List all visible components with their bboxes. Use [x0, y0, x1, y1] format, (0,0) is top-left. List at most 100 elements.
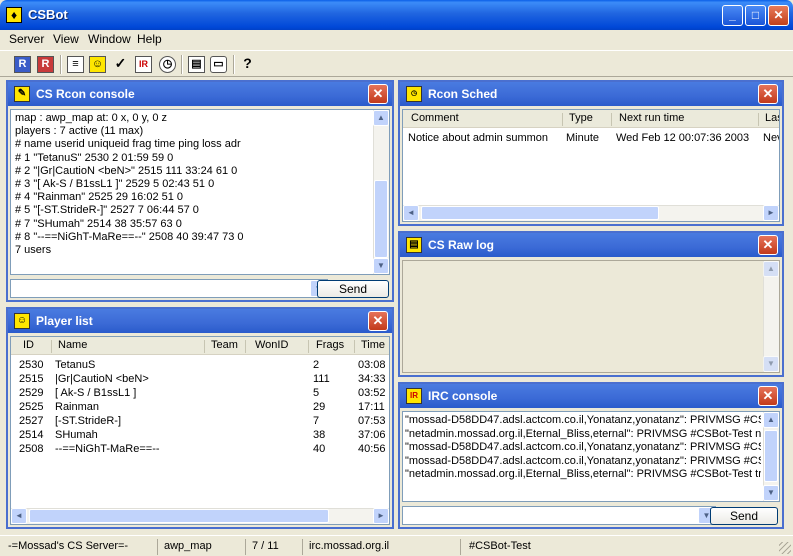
rcon-lines: map : awp_map at: 0 x, 0 y, 0 z players …: [15, 112, 371, 257]
player-list-close-button[interactable]: ✕: [368, 311, 388, 331]
timer-icon[interactable]: ◷: [157, 54, 178, 75]
col-comment[interactable]: Comment: [411, 112, 459, 124]
scroll-thumb[interactable]: [374, 180, 388, 258]
rcon-console-title: CS Rcon console: [36, 87, 135, 101]
rcon-sched-titlebar[interactable]: ◷ Rcon Sched ✕: [400, 82, 782, 106]
rcon-send-button[interactable]: Send: [317, 280, 389, 298]
menu-help[interactable]: Help: [137, 32, 162, 46]
player-time: 03:08: [358, 359, 386, 371]
irc-output[interactable]: "mossad-D58DD47.adsl.actcom.co.il,Yonata…: [402, 411, 780, 502]
scroll-up-icon[interactable]: ▲: [763, 261, 779, 277]
player-frags: 7: [313, 415, 320, 427]
scroll-right-icon[interactable]: ►: [373, 508, 389, 524]
irc-message-input[interactable]: [402, 506, 716, 525]
raw-log-vscroll[interactable]: ▲ ▼: [763, 261, 779, 372]
resize-grip-icon[interactable]: [779, 542, 791, 554]
player-name: Rainman: [55, 401, 100, 413]
player-name: [-ST.StrideR-]: [55, 415, 122, 427]
rcon-sched-close-button[interactable]: ✕: [758, 84, 778, 104]
col-last[interactable]: Las: [765, 112, 779, 124]
irc-close-button[interactable]: ✕: [758, 386, 778, 406]
irc-console-titlebar[interactable]: IR IRC console ✕: [400, 384, 782, 408]
rcon-command-input[interactable]: [10, 279, 328, 298]
rcon-line: # 2 "|Gr|CautioN <beN>" 2515 111 33:24 6…: [15, 164, 238, 177]
irc-line: "mossad-D58DD47.adsl.actcom.co.il,Yonata…: [405, 414, 761, 426]
irc-lines: "mossad-D58DD47.adsl.actcom.co.il,Yonata…: [405, 414, 761, 482]
col-name[interactable]: Name: [58, 339, 87, 351]
notes-icon[interactable]: ≡: [65, 54, 86, 75]
rcon-line: # 5 "[-ST.StrideR-]" 2527 7 06:44 57 0: [15, 204, 199, 217]
col-type[interactable]: Type: [569, 112, 593, 124]
rcon-line: map : awp_map at: 0 x, 0 y, 0 z: [15, 112, 168, 124]
player-id: 2527: [19, 415, 44, 427]
irc-line: "mossad-D58DD47.adsl.actcom.co.il,Yonata…: [405, 441, 761, 453]
col-id[interactable]: ID: [23, 339, 34, 351]
irc-vscroll[interactable]: ▲ ▼: [763, 412, 779, 501]
column-divider: [204, 340, 205, 353]
scroll-right-icon[interactable]: ►: [763, 205, 779, 221]
player-time: 17:11: [358, 401, 385, 413]
col-wonid[interactable]: WonID: [255, 339, 288, 351]
connect-icon[interactable]: R: [12, 54, 33, 75]
col-team[interactable]: Team: [211, 339, 238, 351]
player-name: TetanuS: [55, 359, 96, 371]
raw-log-output[interactable]: ▲ ▼: [402, 260, 780, 373]
log-icon: ▤: [406, 237, 422, 253]
menu-view[interactable]: View: [53, 32, 79, 46]
minimize-button[interactable]: _: [722, 5, 743, 26]
irc-icon: IR: [406, 388, 422, 404]
rcon-line: # name userid uniqueid frag time ping lo…: [15, 138, 241, 151]
clock-icon: ◷: [406, 86, 422, 102]
check-icon[interactable]: ✓: [110, 54, 131, 75]
raw-log-titlebar[interactable]: ▤ CS Raw log ✕: [400, 233, 782, 257]
scroll-down-icon[interactable]: ▼: [373, 258, 389, 274]
scroll-down-icon[interactable]: ▼: [763, 485, 779, 501]
player-table[interactable]: ID Name Team WonID Frags Time 2530 Tetanu…: [10, 336, 390, 525]
column-divider: [562, 113, 563, 126]
close-button[interactable]: ✕: [768, 5, 789, 26]
irc-send-button[interactable]: Send: [710, 507, 778, 525]
database-icon[interactable]: ▭: [208, 54, 229, 75]
rcon-close-button[interactable]: ✕: [368, 84, 388, 104]
player-frags: 29: [313, 401, 326, 413]
title-bar: ♦ CSBot _ □ ✕: [0, 0, 793, 30]
scroll-thumb[interactable]: [29, 509, 329, 523]
player-frags: 5: [313, 387, 320, 399]
column-divider: [51, 340, 52, 353]
rcon-output[interactable]: map : awp_map at: 0 x, 0 y, 0 z players …: [10, 109, 390, 275]
col-time[interactable]: Time: [361, 339, 385, 351]
scroll-thumb[interactable]: [421, 206, 659, 220]
irc-line: "netadmin.mossad.org.il,Eternal_Bliss,et…: [405, 468, 761, 480]
player-icon[interactable]: ☺: [87, 54, 108, 75]
raw-log-close-button[interactable]: ✕: [758, 235, 778, 255]
player-id: 2515: [19, 373, 44, 385]
col-frags[interactable]: Frags: [316, 339, 344, 351]
scroll-up-icon[interactable]: ▲: [763, 412, 779, 428]
sched-table[interactable]: Comment Type Next run time Las Notice ab…: [402, 109, 780, 222]
menu-window[interactable]: Window: [88, 32, 131, 46]
scroll-left-icon[interactable]: ◄: [403, 205, 419, 221]
scroll-up-icon[interactable]: ▲: [373, 110, 389, 126]
scroll-left-icon[interactable]: ◄: [11, 508, 27, 524]
maximize-button[interactable]: □: [745, 5, 766, 26]
rcon-sched-title: Rcon Sched: [428, 87, 498, 101]
help-icon[interactable]: ?: [237, 54, 258, 75]
sched-hscroll[interactable]: ◄ ►: [403, 205, 779, 221]
player-list-title: Player list: [36, 314, 93, 328]
rcon-console-titlebar[interactable]: ✎ CS Rcon console ✕: [8, 82, 392, 106]
menu-server[interactable]: Server: [9, 32, 44, 46]
player-id: 2525: [19, 401, 44, 413]
col-next-run[interactable]: Next run time: [619, 112, 684, 124]
player-list-titlebar[interactable]: ☺ Player list ✕: [8, 309, 392, 333]
player-hscroll[interactable]: ◄ ►: [11, 508, 389, 524]
scroll-down-icon[interactable]: ▼: [763, 356, 779, 372]
irc-icon[interactable]: IR: [133, 54, 154, 75]
player-name: SHumah: [55, 429, 98, 441]
disconnect-icon[interactable]: R: [35, 54, 56, 75]
rcon-vscroll[interactable]: ▲ ▼: [373, 110, 389, 274]
toolbar-separator: [181, 55, 183, 74]
clipboard-icon[interactable]: ▤: [186, 54, 207, 75]
scroll-thumb[interactable]: [764, 430, 778, 482]
player-list-window: ☺ Player list ✕ ID Name Team WonID Frags…: [6, 307, 394, 529]
pencil-icon: ✎: [14, 86, 30, 102]
